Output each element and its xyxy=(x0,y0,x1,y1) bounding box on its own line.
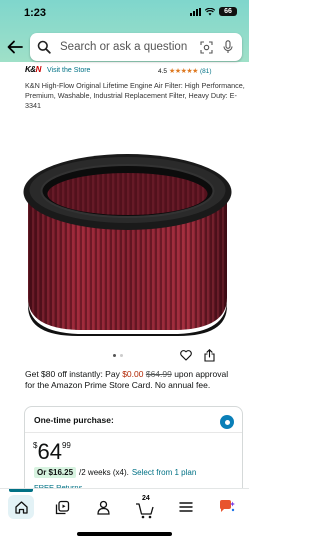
ai-assistant-icon xyxy=(220,500,235,512)
home-indicator xyxy=(77,532,172,536)
installment-terms: /2 weeks (x4). xyxy=(79,468,129,477)
nav-cart[interactable]: 24 xyxy=(130,489,160,525)
nav-home[interactable] xyxy=(6,489,36,525)
search-placeholder: Search or ask a question xyxy=(60,41,188,53)
promo-pay-price: $0.00 xyxy=(122,369,144,379)
store-row: K&N Visit the Store 4.5 ★★★★★ (81) xyxy=(0,62,249,80)
user-icon xyxy=(96,500,110,515)
product-title: K&N High-Flow Original Lifetime Engine A… xyxy=(25,81,245,110)
price-currency: $ xyxy=(33,441,38,450)
video-library-icon xyxy=(55,500,69,514)
search-input[interactable]: Search or ask a question xyxy=(30,33,242,61)
promo-text: Get $80 off instantly: Pay xyxy=(25,369,123,379)
rating-summary[interactable]: 4.5 ★★★★★ (81) xyxy=(158,67,212,76)
share-icon[interactable] xyxy=(204,349,215,362)
price-fraction: 99 xyxy=(61,441,71,450)
status-icons: 66 xyxy=(190,7,237,16)
signal-icon xyxy=(190,7,201,16)
visit-store-link[interactable]: Visit the Store xyxy=(47,67,90,74)
app-header: 1:23 66 Search or ask a question xyxy=(0,0,249,62)
price-whole: 64 xyxy=(37,439,62,464)
product-image[interactable] xyxy=(20,150,235,336)
purchase-label: One-time purchase: xyxy=(34,415,114,425)
nav-rufus[interactable] xyxy=(212,489,242,525)
promo-old-price: $64.99 xyxy=(145,369,172,379)
wifi-icon xyxy=(205,7,215,15)
installment-amount: Or $16.25 xyxy=(34,467,77,478)
cart-icon xyxy=(136,502,154,518)
nav-account[interactable] xyxy=(88,489,118,525)
divider xyxy=(25,432,242,433)
back-arrow-icon[interactable] xyxy=(6,38,24,56)
prime-card-promo[interactable]: Get $80 off instantly: Pay $0.00 $64.99 … xyxy=(25,369,235,391)
home-icon xyxy=(14,500,28,514)
rating-value: 4.5 xyxy=(158,67,168,75)
price: $6499 xyxy=(33,439,71,465)
microphone-icon[interactable] xyxy=(223,40,233,54)
battery-indicator: 66 xyxy=(219,7,237,16)
nav-menu[interactable] xyxy=(171,489,201,525)
menu-icon xyxy=(179,502,193,512)
camera-scan-icon[interactable] xyxy=(200,40,213,54)
rating-count: (81) xyxy=(199,67,212,75)
nav-prime-video[interactable] xyxy=(47,489,77,525)
star-rating-icon: ★★★★★ xyxy=(169,68,198,75)
installment-plan-link[interactable]: Select from 1 plan xyxy=(132,468,196,477)
installment-row: Or $16.25 /2 weeks (x4). Select from 1 p… xyxy=(34,467,196,478)
carousel-dot-active[interactable] xyxy=(113,354,116,357)
search-icon xyxy=(37,40,51,54)
carousel-dot[interactable] xyxy=(120,354,123,357)
image-carousel-dots[interactable] xyxy=(113,354,123,357)
brand-logo: K&N xyxy=(25,65,41,74)
purchase-radio-selected[interactable] xyxy=(220,415,234,429)
heart-icon[interactable] xyxy=(180,350,192,361)
bottom-navigation: 24 xyxy=(0,488,249,524)
status-time: 1:23 xyxy=(24,7,47,19)
